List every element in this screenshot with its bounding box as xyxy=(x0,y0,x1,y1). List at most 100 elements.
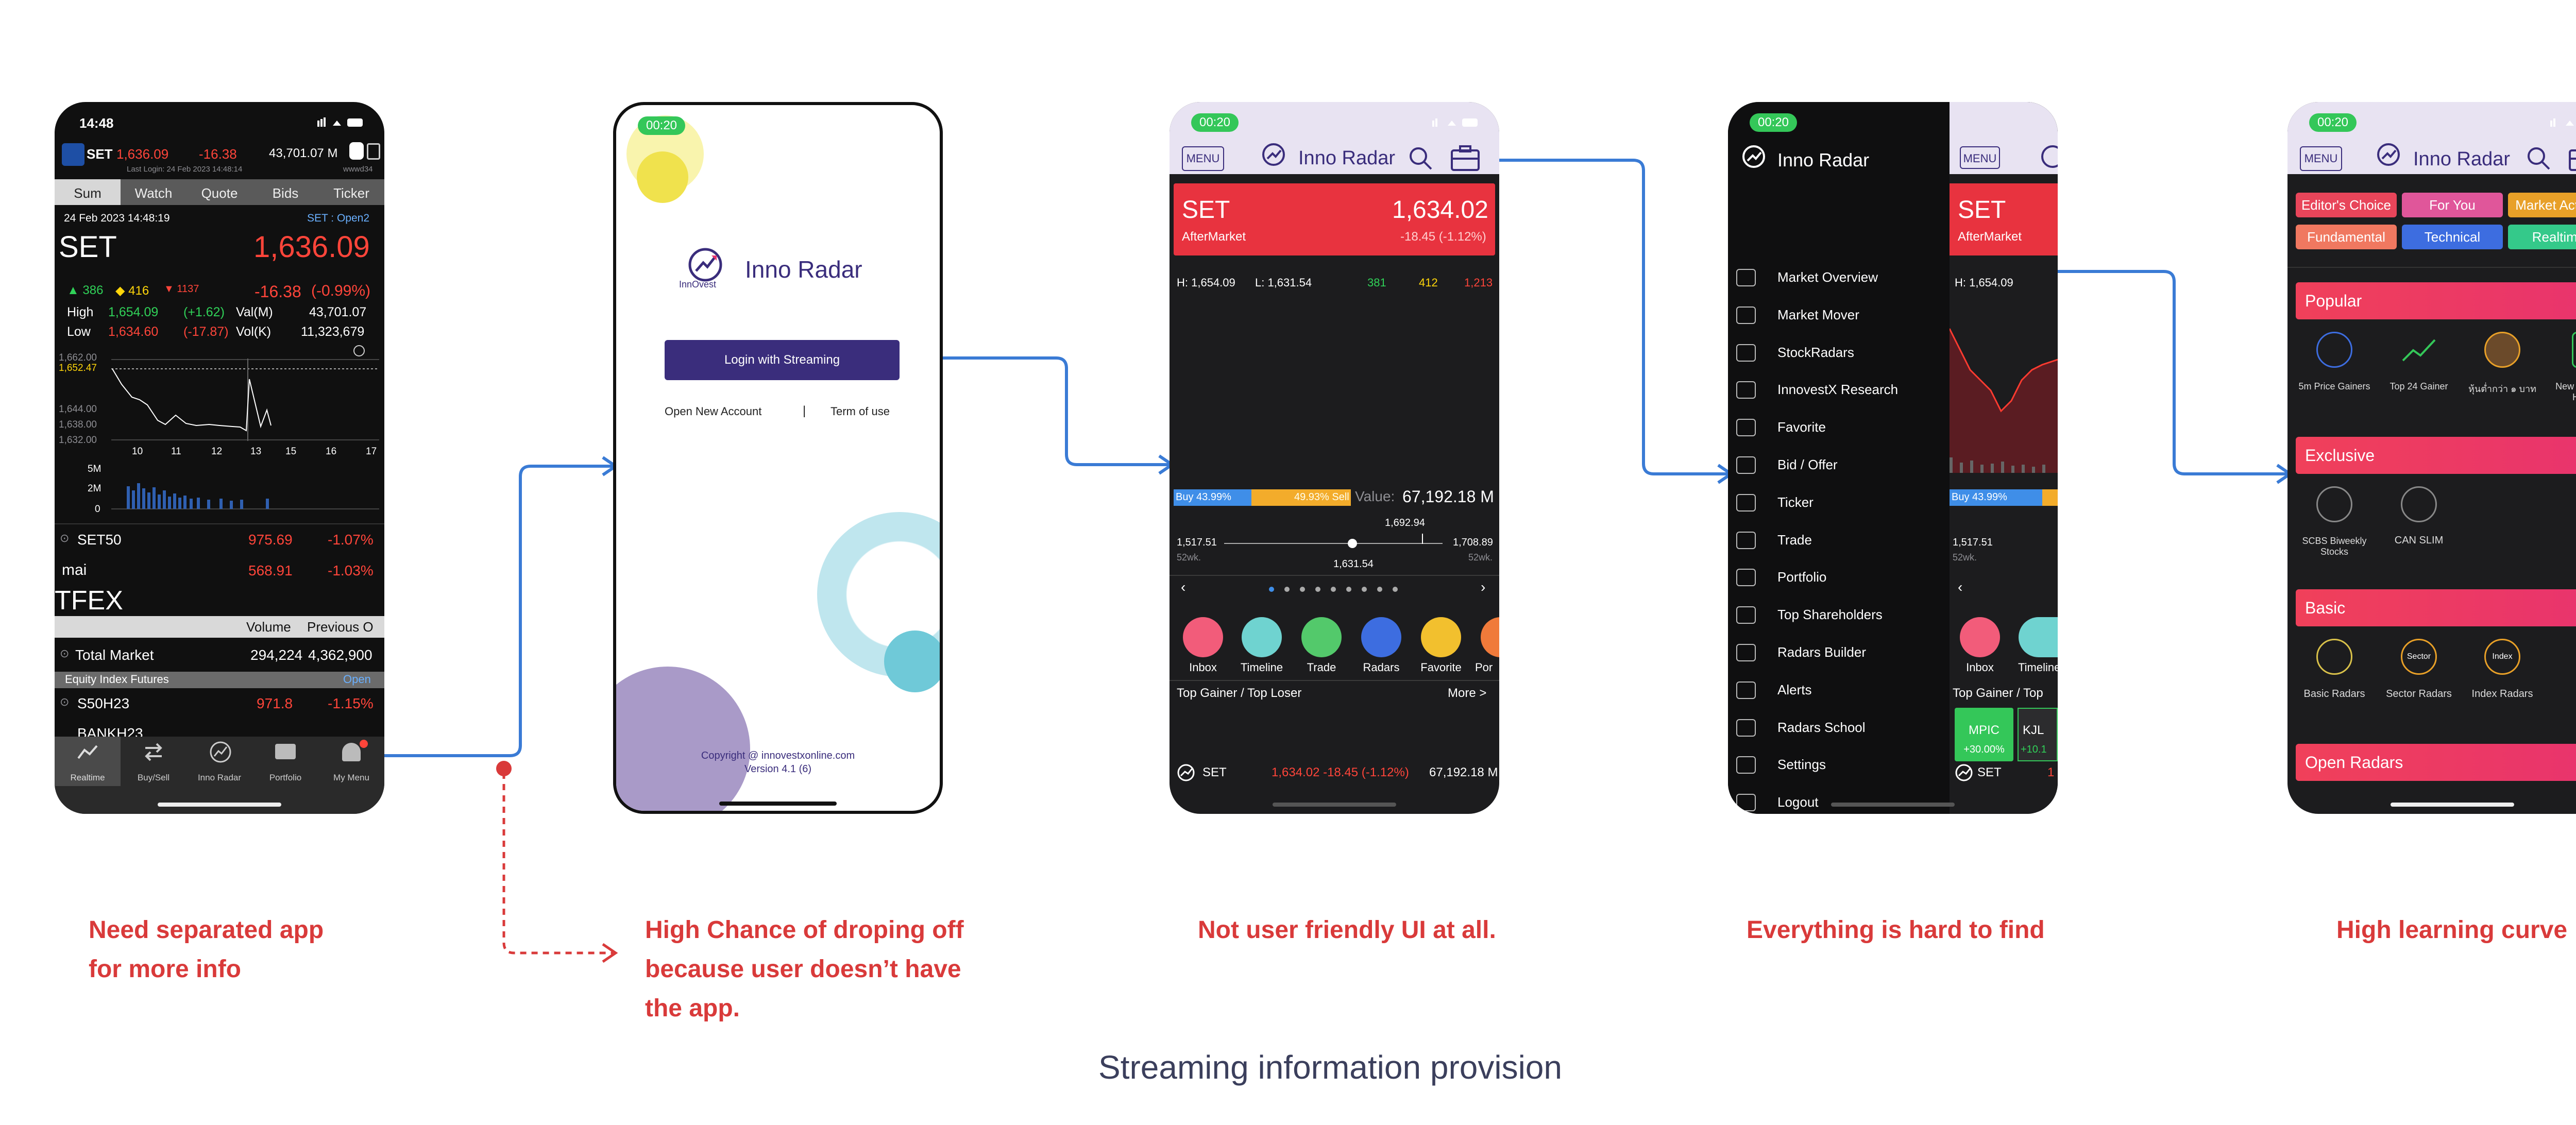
sector-radar-icon[interactable]: Sector xyxy=(2401,639,2437,675)
timeline-icon[interactable] xyxy=(1242,617,1282,657)
more-link[interactable]: More > xyxy=(1448,686,1486,701)
copyright: Copyright @ innovestxonline.com xyxy=(701,750,855,761)
decline-count: ▼ 1137 xyxy=(164,283,199,295)
briefcase-icon[interactable] xyxy=(1450,144,1481,172)
tab-sum[interactable]: Sum xyxy=(55,185,121,201)
index-row-set50[interactable]: ⊙ SET50 975.69 -1.07% xyxy=(55,525,384,554)
drawer-item-radars-builder[interactable]: Radars Builder xyxy=(1736,634,1942,671)
menu-item-icon xyxy=(1736,681,1756,699)
trend-up-icon[interactable] xyxy=(2401,335,2437,366)
drawer-item-radars-school[interactable]: Radars School xyxy=(1736,709,1942,746)
chip-market-activity[interactable]: Market Activity xyxy=(2508,193,2576,217)
status-time: 00:20 xyxy=(1191,113,1239,132)
device-icon[interactable] xyxy=(367,143,380,160)
person-icon xyxy=(342,743,361,761)
drawer-item-favorite[interactable]: Favorite xyxy=(1736,408,1942,446)
chip-technical[interactable]: Technical xyxy=(2402,225,2503,249)
next-arrow[interactable]: › xyxy=(1481,579,1485,595)
total-market-row[interactable]: ⊙ Total Market 294,224 4,362,900 xyxy=(55,641,384,670)
menu-item-icon xyxy=(1736,269,1756,286)
page-caption: Streaming information provision xyxy=(1098,1049,1562,1086)
drawer-item-alerts[interactable]: Alerts xyxy=(1736,671,1942,708)
section-open-radars[interactable]: Open Radars xyxy=(2296,744,2576,781)
quote-pct: (-0.99%) xyxy=(311,282,371,299)
drawer-item-stockradars[interactable]: StockRadars xyxy=(1736,334,1942,371)
prev-arrow[interactable]: ‹ xyxy=(1958,579,1962,595)
tab-watch[interactable]: Watch xyxy=(121,185,187,201)
menu-item-icon xyxy=(1736,419,1756,437)
col-volume: Volume xyxy=(246,619,291,635)
chip-for-you[interactable]: For You xyxy=(2402,193,2503,217)
nav-my-menu[interactable]: My Menu xyxy=(318,740,384,790)
prev-arrow[interactable]: ‹ xyxy=(1181,579,1185,595)
portfolio-icon[interactable] xyxy=(1481,617,1499,657)
section-basic[interactable]: Basic xyxy=(2296,589,2576,626)
inbox-icon[interactable] xyxy=(1183,617,1223,657)
open-account-link[interactable]: Open New Account xyxy=(665,405,761,418)
terms-link[interactable]: Term of use xyxy=(831,405,890,418)
timeline-icon[interactable] xyxy=(2019,617,2058,657)
menu-button[interactable]: MENU xyxy=(1960,146,2000,169)
drawer-item-market-overview[interactable]: Market Overview xyxy=(1736,259,1942,296)
section-popular[interactable]: Popular xyxy=(2296,282,2576,319)
feature-label-timeline: Timeline xyxy=(2018,661,2058,674)
drawer-item-top-shareholders[interactable]: Top Shareholders xyxy=(1736,596,1942,633)
menu-button[interactable]: MENU xyxy=(2300,146,2342,171)
price-gainer-icon[interactable] xyxy=(2316,332,2352,368)
index-radar-icon[interactable]: Index xyxy=(2484,639,2520,675)
nav-buysell[interactable]: Buy/Sell xyxy=(121,741,187,790)
drawer-item-trade[interactable]: Trade xyxy=(1736,521,1942,558)
footer-ticker[interactable]: SET 1,634.02 -18.45 (-1.12%) 67,192.18 M xyxy=(1170,759,1499,787)
basic-radar-icon[interactable] xyxy=(2316,639,2352,675)
status-time: 00:20 xyxy=(2309,113,2357,132)
menu-item-label: Logout xyxy=(1777,794,1819,810)
menu-item-icon xyxy=(1736,644,1756,661)
chip-realtime[interactable]: Realtime xyxy=(2508,225,2576,249)
quote-name: SET xyxy=(59,230,117,264)
note-learning-curve: High learning curve xyxy=(2336,916,2568,944)
tab-ticker[interactable]: Ticker xyxy=(318,185,384,201)
index-row-mai[interactable]: mai 568.91 -1.03% xyxy=(55,556,384,585)
status-icons xyxy=(1432,118,1478,127)
coin-icon[interactable] xyxy=(2484,332,2520,368)
drawer-item-settings[interactable]: Settings xyxy=(1736,746,1942,783)
menu-button[interactable]: MENU xyxy=(1182,146,1224,171)
lock-icon[interactable] xyxy=(349,142,364,160)
favorite-icon[interactable] xyxy=(1421,617,1461,657)
futures-row-s50h23[interactable]: ⊙ S50H23 971.8 -1.15% xyxy=(55,689,384,718)
scbs-icon[interactable] xyxy=(2316,486,2352,522)
screen-drawer-menu: MENU SET AfterMarket H: 1,654.09 Buy 43.… xyxy=(1728,102,2058,814)
briefcase-icon[interactable] xyxy=(2568,144,2576,172)
feature-label-timeline: Timeline xyxy=(1240,661,1283,674)
login-with-streaming-button[interactable]: Login with Streaming xyxy=(665,340,900,380)
chip-editors-choice[interactable]: Editor's Choice xyxy=(2296,193,2397,217)
menu-item-label: Ticker xyxy=(1777,494,1814,510)
session-label: AfterMarket xyxy=(1182,230,1246,244)
feature-label-trade: Trade xyxy=(1307,661,1336,674)
inbox-icon[interactable] xyxy=(1960,617,2000,657)
note-hard-to-find: Everything is hard to find xyxy=(1747,916,2045,944)
intraday-chart xyxy=(1950,328,2058,473)
add-icon: ⊙ xyxy=(60,532,70,544)
drawer-item-ticker[interactable]: Ticker xyxy=(1736,484,1942,521)
section-exclusive[interactable]: Exclusive xyxy=(2296,437,2576,474)
drawer-item-logout[interactable]: Logout xyxy=(1736,783,1942,814)
trade-icon[interactable] xyxy=(1301,617,1342,657)
nav-inno-radar[interactable]: Inno Radar xyxy=(187,741,252,790)
new-high-icon[interactable] xyxy=(2572,332,2576,368)
page-dots[interactable] xyxy=(1267,584,1401,594)
drawer-item-portfolio[interactable]: Portfolio xyxy=(1736,558,1942,595)
vol-tick: 0 xyxy=(95,504,100,515)
tab-quote[interactable]: Quote xyxy=(187,185,252,201)
drawer-item-innovestx-research[interactable]: InnovestX Research xyxy=(1736,371,1942,408)
nav-portfolio[interactable]: Portfolio xyxy=(252,741,318,790)
drawer-item-bid-offer[interactable]: Bid / Offer xyxy=(1736,446,1942,483)
radars-icon[interactable] xyxy=(1361,617,1401,657)
search-icon[interactable] xyxy=(1408,145,1433,171)
search-icon[interactable] xyxy=(2526,145,2551,171)
drawer-item-market-mover[interactable]: Market Mover xyxy=(1736,296,1942,333)
can-slim-icon[interactable] xyxy=(2401,486,2437,522)
nav-realtime[interactable]: Realtime xyxy=(55,741,121,790)
tab-bids[interactable]: Bids xyxy=(252,185,318,201)
chip-fundamental[interactable]: Fundamental xyxy=(2296,225,2397,249)
